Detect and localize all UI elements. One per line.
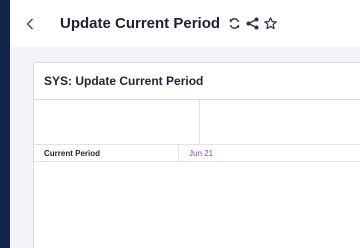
chevron-left-icon [26,18,33,29]
page-title: Update Current Period [60,15,221,32]
page-header: Update Current Period [10,0,360,47]
content-area: SYS: Update Current Period Current Perio… [10,47,360,248]
card-title: SYS: Update Current Period [34,63,360,100]
star-icon[interactable] [264,17,277,30]
app-sidebar-strip [0,0,10,248]
column-divider [178,145,179,161]
share-icon[interactable] [246,17,259,30]
current-period-value[interactable]: Jun 21 [189,145,213,162]
current-period-label: Current Period [44,149,101,158]
back-button[interactable] [26,18,46,30]
period-card: SYS: Update Current Period Current Perio… [33,62,360,248]
refresh-icon[interactable] [228,17,241,30]
table-row: Current Period Jun 21 [34,145,360,162]
table-header-row [34,100,360,145]
header-actions [228,17,277,30]
column-divider [199,100,200,144]
